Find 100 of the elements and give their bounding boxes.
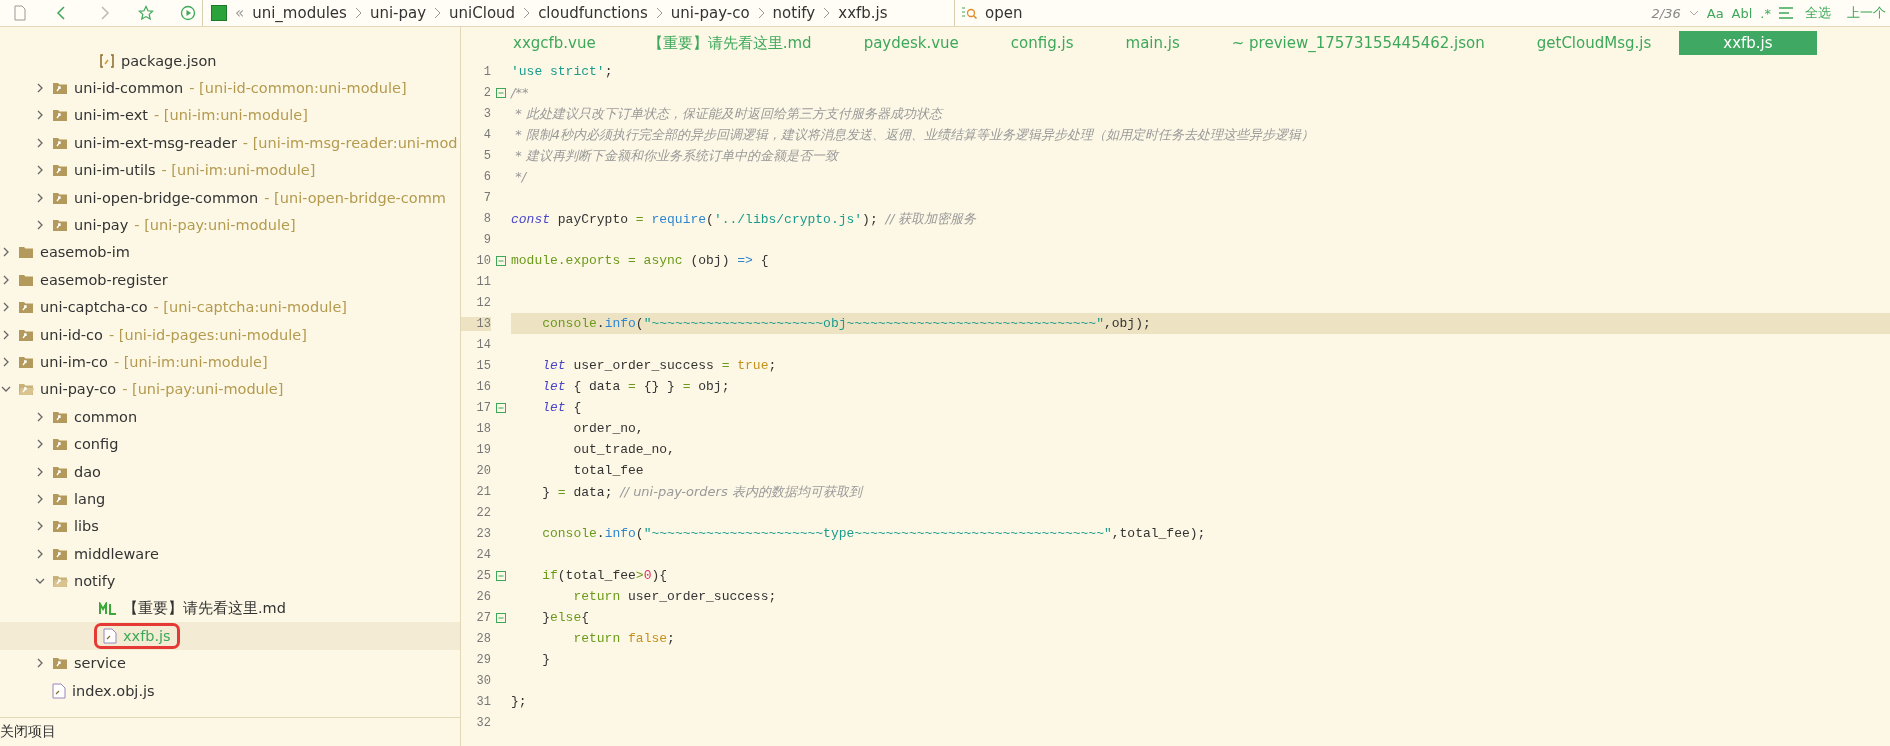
file-icon [103, 627, 117, 644]
folder-icon [52, 163, 68, 178]
folder-icon [52, 409, 68, 424]
tree-item-label: index.obj.js [72, 682, 155, 699]
tree-item[interactable]: uni-im-utils - [uni-im:uni-module] [0, 156, 460, 184]
tree-item-label: common [74, 408, 138, 425]
code-line: if(total_fee>0){ [541, 567, 669, 585]
tree-item-label: package.json [121, 52, 217, 69]
chevron-right-icon[interactable] [35, 220, 45, 231]
tree-item[interactable]: uni-im-ext-msg-reader - [uni-im-msg-reader:uni-mod [0, 129, 460, 157]
code-line: return false; [572, 630, 676, 648]
folder-icon [52, 491, 68, 506]
tree-item-label: middleware [74, 545, 159, 562]
tree-item[interactable]: uni-id-common - [uni-id-common:uni-module] [0, 74, 460, 102]
tree-item[interactable]: notify [0, 567, 460, 595]
tree-item-label: notify [74, 573, 116, 590]
chevron-right-icon[interactable] [1, 302, 11, 313]
tree-item[interactable]: service [0, 649, 460, 677]
folder-icon [52, 218, 68, 233]
tree-item[interactable]: uni-captcha-co - [uni-captcha:uni-module] [0, 293, 460, 321]
chevron-right-icon[interactable] [1, 274, 11, 285]
code-line: } [541, 651, 551, 669]
close-project-label[interactable]: 关闭项目 [0, 723, 56, 741]
breadcrumb-item[interactable]: xxfb.js [838, 4, 888, 22]
tree-item[interactable]: lang [0, 485, 460, 513]
bracket-file-icon [99, 52, 115, 69]
chevron-right-icon[interactable] [35, 548, 45, 559]
tree-item-label: lang [74, 490, 106, 507]
line-number: 11 [475, 274, 491, 289]
tree-item-label: easemob-register [40, 271, 168, 288]
tree-item-label: uni-pay [74, 217, 129, 234]
tree-item[interactable]: easemob-register [0, 266, 460, 294]
tree-item[interactable]: uni-open-bridge-common - [uni-open-bridge-comm [0, 183, 460, 212]
search-field[interactable]: open [985, 4, 1644, 22]
tree-item[interactable]: 【重要】请先看这里.md [0, 594, 460, 623]
fold-icon[interactable] [496, 570, 506, 581]
chevron-right-icon[interactable] [1, 247, 11, 258]
breadcrumb-item[interactable]: uni-pay [369, 4, 427, 22]
module-tag: - [uni-im:uni-module] [161, 162, 316, 179]
fold-icon[interactable] [496, 255, 506, 266]
chevron-right-icon[interactable] [35, 137, 45, 148]
tree-item[interactable]: common [0, 403, 460, 431]
tree-item[interactable]: uni-im-co - [uni-im:uni-module] [0, 348, 460, 376]
line-number: 31 [475, 694, 491, 709]
tree-item[interactable]: uni-id-co - [uni-id-pages:uni-module] [0, 320, 460, 349]
fold-icon[interactable] [496, 402, 506, 413]
code-line: /** [511, 84, 530, 102]
code-line: let user_order_success = true; [541, 357, 778, 375]
code-line: module.exports = async (obj) => { [511, 252, 770, 270]
line-number: 9 [482, 232, 491, 247]
tree-item-label: dao [74, 463, 101, 480]
line-number: 17 [475, 400, 491, 415]
chevron-right-icon[interactable] [35, 466, 45, 477]
tree-item[interactable]: uni-im-ext - [uni-im:uni-module] [0, 101, 460, 130]
tree-item[interactable]: index.obj.js [0, 677, 460, 705]
breadcrumb-item[interactable]: cloudfunctions [538, 4, 648, 22]
folder-icon [52, 437, 68, 452]
file-icon [52, 682, 66, 699]
chevron-right-icon[interactable] [1, 329, 11, 340]
star-icon[interactable] [138, 5, 154, 21]
code-line: console.info("~~~~~~~~~~~~~~~~~~~~~~type~~~~~~~~~~~~~~~~~~~~~~~~~~~~~~~~",total_fee); [541, 525, 1207, 543]
run-icon[interactable] [180, 5, 196, 21]
tree-item[interactable]: middleware [0, 540, 460, 568]
chevron-right-icon[interactable] [35, 439, 45, 450]
tree-item[interactable]: uni-pay-co - [uni-pay:uni-module] [0, 375, 460, 404]
line-number: 26 [475, 589, 491, 604]
chevron-right-icon[interactable] [1, 357, 11, 367]
fold-icon[interactable] [496, 87, 506, 98]
chevron-right-icon[interactable] [35, 411, 45, 422]
tree-item-label: uni-im-utils [74, 162, 156, 179]
chevron-right-icon[interactable] [35, 192, 45, 203]
line-number: 7 [482, 190, 491, 205]
tree-item[interactable]: dao [0, 457, 460, 486]
folder-icon [18, 327, 34, 342]
folder-icon [52, 190, 68, 205]
module-tag: - [uni-im-msg-reader:uni-mod [242, 134, 458, 151]
chevron-right-icon[interactable] [35, 165, 45, 176]
chevron-right-icon [354, 7, 362, 19]
fold-icon[interactable] [496, 612, 506, 623]
chevron-right-icon[interactable] [35, 658, 45, 669]
match-count: 2/36 [1651, 5, 1681, 21]
breadcrumb-item[interactable]: uni-pay-co [670, 4, 750, 22]
breadcrumb-item[interactable]: notify [772, 4, 816, 22]
chevron-right-icon[interactable] [35, 110, 45, 121]
tree-item[interactable]: uni-pay - [uni-pay:uni-module] [0, 211, 460, 239]
chevron-right-icon[interactable] [35, 493, 45, 504]
tree-item[interactable]: config [0, 430, 460, 458]
breadcrumb-item[interactable]: uniCloud [449, 4, 516, 22]
chevron-right-icon[interactable] [35, 521, 45, 532]
code-line: } = data; // uni-pay-orders 表内的数据均可获取到 [541, 483, 865, 502]
folder-icon [52, 135, 68, 150]
folder-icon [18, 355, 34, 369]
tree-item[interactable]: package.json [0, 47, 460, 75]
code-line: * 建议再判断下金额和你业务系统订单中的金额是否一致 [514, 147, 841, 165]
breadcrumb-item[interactable]: uni_modules [252, 4, 347, 22]
code-line: }else{ [541, 609, 591, 627]
markdown-icon [99, 601, 117, 616]
tree-item[interactable]: easemob-im [0, 238, 460, 267]
tree-item[interactable]: libs [0, 512, 460, 541]
chevron-right-icon[interactable] [35, 83, 45, 94]
